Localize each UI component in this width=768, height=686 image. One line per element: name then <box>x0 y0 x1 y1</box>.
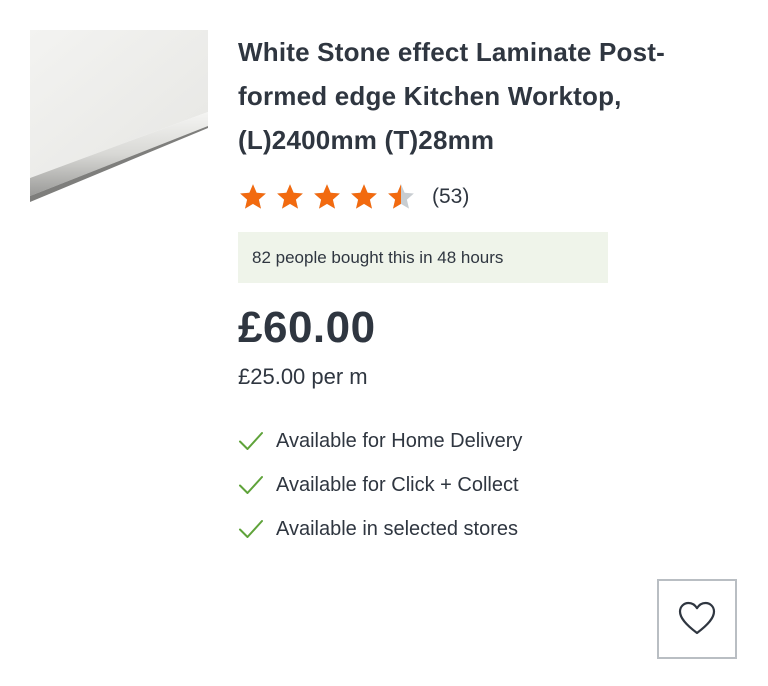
star-icon <box>312 182 342 212</box>
availability-label: Available for Home Delivery <box>276 429 523 452</box>
star-icon <box>275 182 305 212</box>
availability-item: Available in selected stores <box>238 507 738 551</box>
star-icon <box>238 182 268 212</box>
rating[interactable]: (53) <box>238 182 738 212</box>
unit-price: £25.00 per m <box>238 364 368 389</box>
star-rating <box>238 182 416 212</box>
product-image[interactable] <box>30 30 208 202</box>
review-count[interactable]: (53) <box>432 185 469 209</box>
worktop-thumbnail <box>30 30 208 202</box>
product-info: White Stone effect Laminate Post-formed … <box>238 30 738 551</box>
availability-list: Available for Home Delivery Available for… <box>238 419 738 551</box>
check-icon <box>239 432 263 450</box>
availability-item: Available for Click + Collect <box>238 463 738 507</box>
check-icon <box>239 520 263 538</box>
product-title[interactable]: White Stone effect Laminate Post-formed … <box>238 30 718 162</box>
availability-label: Available for Click + Collect <box>276 473 519 496</box>
availability-label: Available in selected stores <box>276 517 518 540</box>
heart-icon <box>678 601 716 635</box>
star-icon <box>386 182 416 212</box>
availability-item: Available for Home Delivery <box>238 419 738 463</box>
check-icon <box>239 476 263 494</box>
social-proof-text: 82 people bought this in 48 hours <box>252 247 504 267</box>
social-proof-banner: 82 people bought this in 48 hours <box>238 232 608 283</box>
wishlist-button[interactable] <box>657 579 737 659</box>
price: £60.00 <box>238 303 376 352</box>
star-icon <box>349 182 379 212</box>
